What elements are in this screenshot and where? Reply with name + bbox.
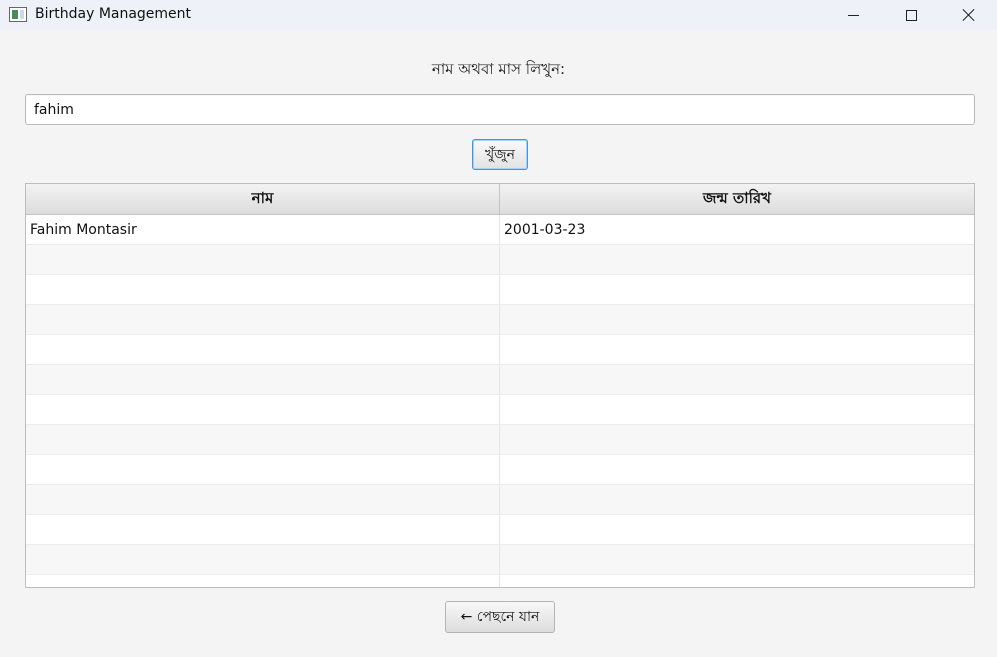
table-row[interactable] <box>26 485 974 515</box>
column-header-birthdate[interactable]: জন্ম তারিখ <box>500 184 974 215</box>
birthday-table: নাম জন্ম তারিখ Fahim Montasir 2001-03-23 <box>25 183 975 588</box>
close-button[interactable] <box>940 0 997 30</box>
back-button[interactable]: ← পেছনে যান <box>445 601 555 633</box>
table-row[interactable] <box>26 305 974 335</box>
minimize-icon <box>847 14 859 16</box>
table-row[interactable] <box>26 275 974 305</box>
cell-birthdate <box>500 245 974 274</box>
table-row[interactable] <box>26 515 974 545</box>
cell-birthdate <box>500 305 974 334</box>
cell-birthdate: 2001-03-23 <box>504 221 586 238</box>
cell-birthdate <box>500 545 974 574</box>
cell-name <box>26 545 500 574</box>
maximize-button[interactable] <box>882 0 940 30</box>
cell-name: Fahim Montasir <box>26 215 500 244</box>
table-row[interactable] <box>26 545 974 575</box>
table-row[interactable] <box>26 455 974 485</box>
cell-birthdate <box>500 575 974 587</box>
title-bar[interactable]: Birthday Management <box>0 0 997 30</box>
cell-name <box>26 335 500 364</box>
minimize-button[interactable] <box>824 0 882 30</box>
cell-name <box>26 455 500 484</box>
column-header-name[interactable]: নাম <box>26 184 500 215</box>
table-row[interactable] <box>26 245 974 275</box>
cell-birthdate <box>500 425 974 454</box>
table-row[interactable]: Fahim Montasir 2001-03-23 <box>26 215 974 245</box>
cell-birthdate <box>500 275 974 304</box>
window-title: Birthday Management <box>35 6 192 22</box>
app-window-icon <box>9 7 27 22</box>
cell-name <box>26 575 500 587</box>
search-prompt-label: নাম অথবা মাস লিখুন: <box>431 60 566 78</box>
cell-birthdate <box>500 455 974 484</box>
search-button[interactable]: খুঁজুন <box>472 139 528 170</box>
cell-name <box>26 425 500 454</box>
table-row[interactable] <box>26 575 974 587</box>
table-body: Fahim Montasir 2001-03-23 <box>26 215 974 587</box>
cell-name <box>26 515 500 544</box>
cell-name <box>26 395 500 424</box>
cell-birthdate <box>500 485 974 514</box>
app-window: Birthday Management নাম অথবা মাস লিখুন: … <box>0 0 997 657</box>
cell-name <box>26 485 500 514</box>
close-icon <box>962 8 976 22</box>
table-row[interactable] <box>26 365 974 395</box>
cell-birthdate <box>500 515 974 544</box>
cell-name <box>26 305 500 334</box>
table-row[interactable] <box>26 395 974 425</box>
cell-birthdate <box>500 395 974 424</box>
maximize-icon <box>905 9 917 21</box>
table-row[interactable] <box>26 425 974 455</box>
cell-name <box>26 245 500 274</box>
table-row[interactable] <box>26 335 974 365</box>
search-input[interactable] <box>25 94 975 125</box>
cell-birthdate <box>500 335 974 364</box>
cell-birthdate <box>500 365 974 394</box>
cell-name <box>26 365 500 394</box>
cell-name <box>26 275 500 304</box>
table-header: নাম জন্ম তারিখ <box>26 184 974 215</box>
